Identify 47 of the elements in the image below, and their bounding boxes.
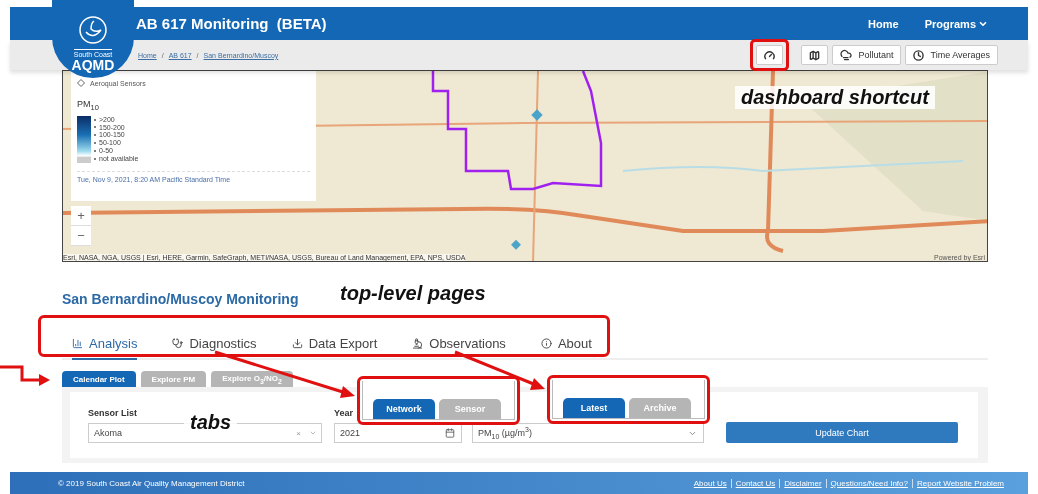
tab[interactable]: Diagnostics	[172, 332, 257, 360]
tab[interactable]: Data Export	[291, 332, 378, 360]
zoom-out-button[interactable]: −	[71, 226, 91, 246]
update-chart-button[interactable]: Update Chart	[726, 422, 958, 443]
footer-link[interactable]: Disclaimer	[779, 478, 826, 488]
footer-link[interactable]: About Us	[689, 478, 731, 488]
logo-text: AQMD	[71, 58, 115, 72]
diamond-icon	[77, 79, 85, 87]
nav-link[interactable]: Home	[868, 17, 899, 30]
field-label: Sensor List	[88, 408, 137, 418]
map-icon	[809, 49, 821, 61]
icon-button[interactable]	[801, 45, 829, 65]
sensor-marker[interactable]	[531, 109, 543, 121]
download-icon	[291, 338, 303, 349]
footer-link[interactable]: Report Website Problem	[912, 478, 1008, 488]
app-title: AB 617 Monitoring (BETA)	[136, 15, 328, 32]
sensor-marker[interactable]	[511, 239, 521, 250]
tab[interactable]: Latest	[563, 398, 625, 418]
clock-icon	[913, 49, 925, 61]
calendar-icon	[445, 428, 455, 438]
tab[interactable]: Observations	[412, 332, 506, 360]
microscope-icon	[412, 338, 424, 349]
stethoscope-icon	[172, 338, 184, 349]
toolbar-button[interactable]: Time Averages	[905, 45, 998, 65]
field-label: Year	[334, 408, 354, 418]
toolbar-button[interactable]: Pollutant	[832, 45, 902, 65]
info-icon	[540, 338, 552, 349]
cloud-icon	[840, 49, 853, 61]
tab[interactable]: Analysis	[72, 332, 138, 360]
footer-link[interactable]: Contact Us	[730, 478, 780, 488]
tab[interactable]: Network	[373, 399, 435, 419]
bird-icon	[78, 15, 108, 45]
legend-title: PM$_{10}$	[77, 99, 100, 112]
bar-chart-icon	[72, 338, 83, 349]
nav-link[interactable]: Programs	[924, 17, 988, 30]
tab[interactable]: About	[540, 332, 592, 360]
footer-link[interactable]: Questions/Need Info?	[825, 478, 912, 488]
annotation-label: dashboard shortcut	[735, 86, 935, 109]
page-title: San Bernardino/Muscoy Monitoring	[62, 291, 299, 308]
icon-button[interactable]	[756, 45, 784, 65]
zoom-in-button[interactable]: +	[71, 206, 91, 226]
gauge-icon	[764, 49, 776, 61]
copyright-text: © 2019 South Coast Air Quality Management District	[58, 478, 246, 488]
tab[interactable]: Calendar Plot	[62, 371, 136, 387]
annotation-arrow	[0, 365, 50, 386]
legend-gradient-bar	[77, 115, 91, 163]
caret-icon	[309, 429, 317, 437]
